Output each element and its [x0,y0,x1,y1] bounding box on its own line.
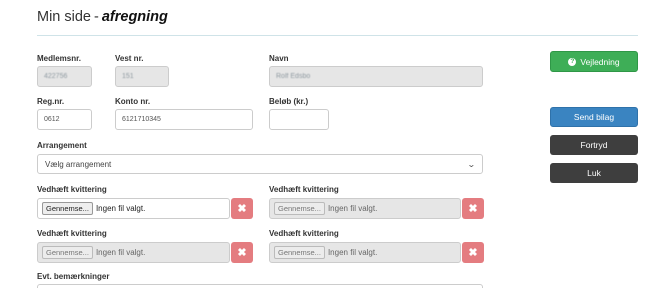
vest-nr-value: 151 [122,73,134,80]
attachment-2-browse-button[interactable]: Gennemse... [274,202,325,215]
navn-field: Rolf Edsbo [269,66,483,87]
close-icon: ✖ [237,203,247,215]
help-button-label: Vejledning [580,56,620,67]
close-icon: ✖ [468,247,478,259]
attachment-1-filename: Ingen fil valgt. [95,204,146,213]
close-icon: ✖ [237,247,247,259]
question-circle-icon: ? [568,57,577,66]
chevron-down-icon: ⌄ [467,159,477,169]
navn-label: Navn [269,54,289,63]
remarks-label: Evt. bemærkninger [37,272,110,281]
page-title-prefix: Min side [37,9,91,25]
beloeb-input[interactable] [269,109,329,130]
attachment-4-browse-button[interactable]: Gennemse... [274,246,325,259]
reg-nr-label: Reg.nr. [37,97,65,106]
vest-nr-field: 151 [115,66,169,87]
reg-nr-value: 0612 [44,116,60,123]
attachment-4-filename: Ingen fil valgt. [327,248,378,257]
close-icon: ✖ [468,203,478,215]
attachment-3-label: Vedhæft kvittering [37,229,107,238]
attachment-4-label: Vedhæft kvittering [269,229,339,238]
arrangement-select[interactable]: Vælg arrangement ⌄ [37,154,483,174]
attachment-4-file-input[interactable]: Gennemse... Ingen fil valgt. [269,242,461,263]
attachment-2-filename: Ingen fil valgt. [327,204,378,213]
konto-nr-value: 6121710345 [122,116,161,123]
page-title-separator: - [94,9,99,25]
cancel-button-label: Fortryd [580,140,608,150]
reg-nr-input[interactable]: 0612 [37,109,92,130]
attachment-2-label: Vedhæft kvittering [269,185,339,194]
vest-nr-label: Vest nr. [115,54,144,63]
medlemsnr-value: 422756 [44,73,68,80]
help-button[interactable]: ? Vejledning [550,51,638,72]
medlemsnr-field: 422756 [37,66,92,87]
attachment-1-remove-button[interactable]: ✖ [231,198,253,219]
attachment-3-browse-button[interactable]: Gennemse... [42,246,93,259]
cancel-button[interactable]: Fortryd [550,135,638,155]
send-receipt-button[interactable]: Send bilag [550,107,638,127]
attachment-3-remove-button[interactable]: ✖ [231,242,253,263]
page-title: Min side - afregning [37,9,168,25]
send-button-label: Send bilag [573,112,615,122]
title-divider [37,35,638,36]
attachment-3-filename: Ingen fil valgt. [95,248,146,257]
attachment-1-label: Vedhæft kvittering [37,185,107,194]
close-button-label: Luk [587,168,601,178]
attachment-3-file-input[interactable]: Gennemse... Ingen fil valgt. [37,242,230,263]
attachment-1-browse-button[interactable]: Gennemse... [42,202,93,215]
medlemsnr-label: Medlemsnr. [37,54,82,63]
remarks-textarea[interactable] [37,284,483,288]
attachment-4-remove-button[interactable]: ✖ [462,242,484,263]
arrangement-selected: Vælg arrangement [45,159,112,169]
beloeb-label: Beløb (kr.) [269,97,309,106]
arrangement-label: Arrangement [37,141,87,150]
konto-nr-input[interactable]: 6121710345 [115,109,253,130]
navn-value: Rolf Edsbo [276,73,311,80]
attachment-2-remove-button[interactable]: ✖ [462,198,484,219]
konto-nr-label: Konto nr. [115,97,151,106]
close-button[interactable]: Luk [550,163,638,183]
attachment-1-file-input[interactable]: Gennemse... Ingen fil valgt. [37,198,230,219]
attachment-2-file-input[interactable]: Gennemse... Ingen fil valgt. [269,198,461,219]
page-title-emphasis: afregning [101,9,168,25]
